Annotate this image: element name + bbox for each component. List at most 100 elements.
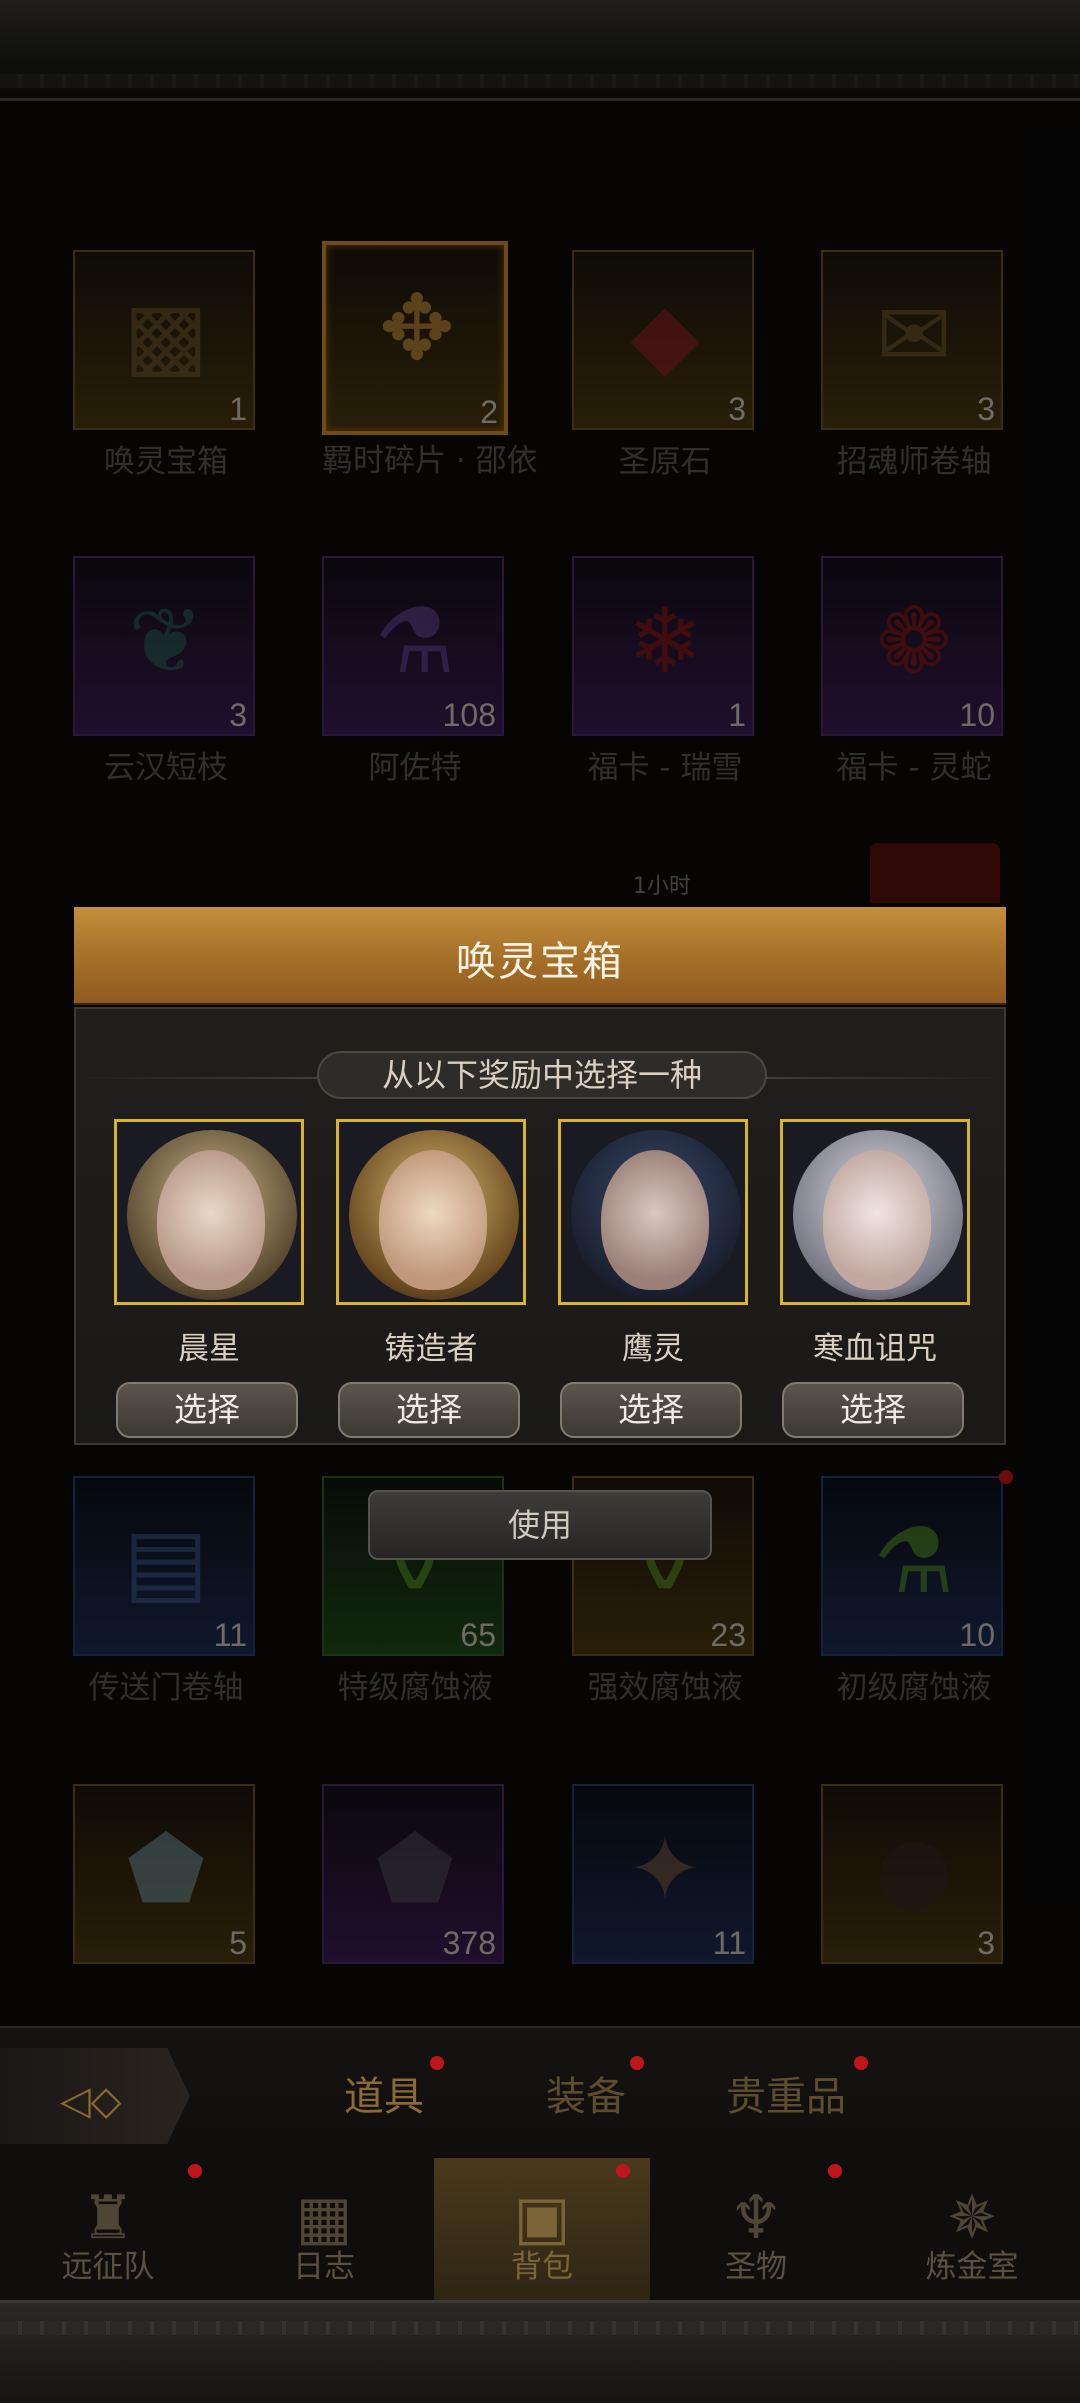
dialog-body: 从以下奖励中选择一种 晨星 选择 铸造者 选择 鹰灵 选择 寒血诅咒 选择 bbox=[74, 1007, 1006, 1445]
tab-label: 道具 bbox=[344, 2074, 424, 2120]
reward-choice: 晨星 选择 bbox=[114, 1119, 304, 1438]
select-button[interactable]: 选择 bbox=[560, 1382, 742, 1438]
portal-scroll-icon: ▤ bbox=[123, 1508, 209, 1614]
item-name: 初级腐蚀液 bbox=[836, 1670, 992, 1706]
bottom-ornament-bar bbox=[0, 2300, 1080, 2403]
notification-dot bbox=[188, 2164, 202, 2178]
reward-choice: 铸造者 选择 bbox=[336, 1119, 526, 1438]
hero-portrait-eagle-spirit[interactable] bbox=[558, 1119, 748, 1305]
timer-label: 1小时 bbox=[633, 874, 691, 899]
back-arrow-icon: ◁◇ bbox=[60, 2078, 122, 2124]
select-button[interactable]: 选择 bbox=[338, 1382, 520, 1438]
tab-label: 装备 bbox=[546, 2074, 626, 2120]
item-name: 阿佐特 bbox=[368, 750, 462, 786]
nav-relics[interactable]: ♆ 圣物 bbox=[648, 2158, 864, 2300]
notification-dot bbox=[616, 2164, 630, 2178]
leather-hide-icon: ✦ bbox=[627, 1816, 703, 1922]
item-count: 5 bbox=[229, 1925, 247, 1961]
top-ornament-bar bbox=[0, 0, 1080, 101]
item-name: 羁时碎片 · 邵依 bbox=[322, 443, 538, 479]
purple-vial-icon: ⚗ bbox=[374, 588, 456, 694]
item-name: 特级腐蚀液 bbox=[337, 1670, 493, 1706]
use-button[interactable]: 使用 bbox=[368, 1490, 712, 1560]
item-count: 11 bbox=[712, 1925, 746, 1961]
notification-dot bbox=[854, 2056, 868, 2070]
nav-label: 远征队 bbox=[61, 2249, 155, 2285]
item-slot[interactable]: ⚗ 108 阿佐特 bbox=[322, 556, 508, 787]
tab-label: 贵重品 bbox=[726, 2074, 846, 2120]
item-slot[interactable]: ▩ 1 唤灵宝箱 bbox=[73, 250, 259, 481]
branch-icon: ❦ bbox=[128, 588, 204, 694]
hero-portrait-cold-blood-curse[interactable] bbox=[780, 1119, 970, 1305]
tab-equipment[interactable]: 装备 bbox=[546, 2064, 626, 2122]
red-gem-icon: ◆ bbox=[630, 282, 700, 388]
item-count: 1 bbox=[229, 391, 247, 427]
nav-journal[interactable]: ▦ 日志 bbox=[216, 2158, 432, 2300]
item-slot[interactable]: ● 3 bbox=[821, 1784, 1007, 1964]
tab-valuables[interactable]: 贵重品 bbox=[726, 2064, 846, 2122]
item-slot[interactable]: ⬟ 5 bbox=[73, 1784, 259, 1964]
item-slot-selected[interactable]: ✥ 2 羁时碎片 · 邵依 bbox=[322, 241, 538, 480]
red-card-partial bbox=[870, 843, 1000, 903]
item-count: 108 bbox=[442, 697, 496, 733]
item-slot[interactable]: ▤ 11 传送门卷轴 bbox=[73, 1476, 259, 1707]
bottom-navigation: ♜ 远征队 ▦ 日志 ▣ 背包 ♆ 圣物 ✵ 炼金室 bbox=[0, 2158, 1080, 2300]
reward-choice: 寒血诅咒 选择 bbox=[780, 1119, 970, 1438]
item-slot[interactable]: ❄ 1 福卡 - 瑞雪 bbox=[572, 556, 758, 787]
red-card-snowflake-icon: ❄ bbox=[627, 588, 703, 694]
item-name: 传送门卷轴 bbox=[88, 1670, 244, 1706]
dialog-title: 唤灵宝箱 bbox=[456, 939, 624, 985]
item-count: 1 bbox=[728, 697, 746, 733]
item-count: 65 bbox=[460, 1617, 496, 1653]
nav-expedition[interactable]: ♜ 远征队 bbox=[0, 2158, 216, 2300]
item-slot[interactable]: ❦ 3 云汉短枝 bbox=[73, 556, 259, 787]
hero-portrait-forger[interactable] bbox=[336, 1119, 526, 1305]
ice-ore-icon: ⬟ bbox=[126, 1816, 206, 1922]
item-name: 云汉短枝 bbox=[104, 750, 228, 786]
dialog-header: 唤灵宝箱 bbox=[74, 907, 1006, 1003]
item-count: 3 bbox=[977, 1925, 995, 1961]
chest-icon: ▩ bbox=[123, 282, 209, 388]
hero-name: 鹰灵 bbox=[622, 1331, 684, 1367]
item-count: 11 bbox=[213, 1617, 247, 1653]
select-button[interactable]: 选择 bbox=[782, 1382, 964, 1438]
item-slot[interactable]: ⚗ 10 初级腐蚀液 bbox=[821, 1470, 1013, 1707]
green-bottle-icon: ⚗ bbox=[873, 1508, 955, 1614]
reward-choice: 鹰灵 选择 bbox=[558, 1119, 748, 1438]
tab-items[interactable]: 道具 bbox=[344, 2064, 424, 2122]
hero-name: 晨星 bbox=[178, 1331, 240, 1367]
item-slot[interactable]: ✉ 3 招魂师卷轴 bbox=[821, 250, 1007, 481]
item-name: 强效腐蚀液 bbox=[587, 1670, 743, 1706]
item-count: 23 bbox=[710, 1617, 746, 1653]
notification-dot bbox=[999, 1470, 1013, 1484]
item-name: 圣原石 bbox=[618, 444, 712, 480]
category-tab-bar: ◁◇ 道具 装备 贵重品 bbox=[0, 2026, 1080, 2168]
dark-ore-icon: ⬟ bbox=[375, 1816, 455, 1922]
item-slot[interactable]: ⬟ 378 bbox=[322, 1784, 508, 1964]
puzzle-piece-icon: ✥ bbox=[379, 275, 455, 381]
hero-name: 铸造者 bbox=[384, 1331, 478, 1367]
item-name: 招魂师卷轴 bbox=[836, 444, 992, 480]
nav-label: 背包 bbox=[511, 2249, 573, 2285]
item-count: 2 bbox=[480, 394, 498, 430]
reward-select-dialog: 唤灵宝箱 从以下奖励中选择一种 晨星 选择 铸造者 选择 鹰灵 选择 寒血诅咒 … bbox=[74, 907, 1006, 1445]
item-count: 10 bbox=[959, 697, 995, 733]
item-slot[interactable]: ◆ 3 圣原石 bbox=[572, 250, 758, 481]
item-count: 10 bbox=[959, 1617, 995, 1653]
hero-portrait-morningstar[interactable] bbox=[114, 1119, 304, 1305]
notification-dot bbox=[828, 2164, 842, 2178]
item-slot[interactable]: ❁ 10 福卡 - 灵蛇 bbox=[821, 556, 1007, 787]
item-count: 3 bbox=[728, 391, 746, 427]
scroll-icon: ✉ bbox=[876, 282, 952, 388]
item-slot[interactable]: ✦ 11 bbox=[572, 1784, 758, 1964]
item-count: 378 bbox=[442, 1925, 496, 1961]
item-name: 福卡 - 瑞雪 bbox=[587, 750, 743, 786]
nav-backpack[interactable]: ▣ 背包 bbox=[434, 2158, 650, 2300]
back-button[interactable]: ◁◇ bbox=[0, 2048, 190, 2144]
nav-label: 圣物 bbox=[725, 2249, 787, 2285]
select-button[interactable]: 选择 bbox=[116, 1382, 298, 1438]
item-count: 3 bbox=[977, 391, 995, 427]
item-count: 3 bbox=[229, 697, 247, 733]
nav-alchemy[interactable]: ✵ 炼金室 bbox=[864, 2158, 1080, 2300]
item-name: 福卡 - 灵蛇 bbox=[836, 750, 992, 786]
